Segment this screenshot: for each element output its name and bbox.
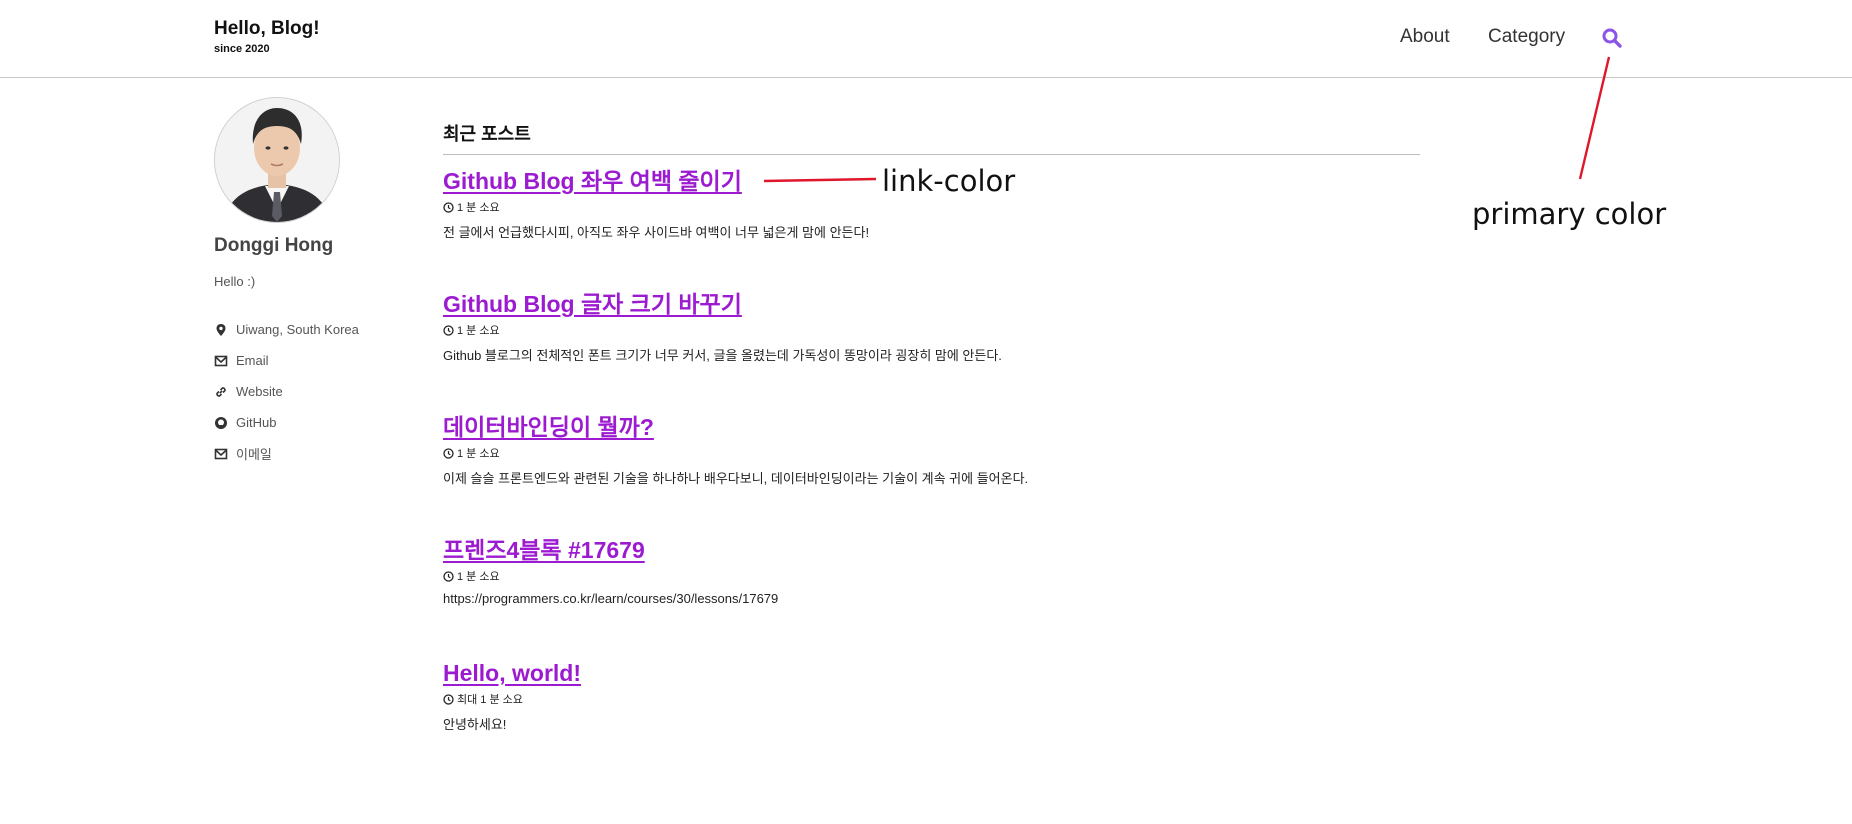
map-marker-icon [214, 323, 228, 337]
author-link-github[interactable]: GitHub [214, 407, 359, 438]
post-read-time: 1 분 소요 [457, 571, 500, 583]
clock-icon [443, 570, 454, 582]
post-excerpt: 전 글에서 언급했다시피, 아직도 좌우 사이드바 여백이 너무 넓은게 맘에 … [443, 225, 870, 240]
author-links: Uiwang, South Korea Email Website GitHub… [214, 314, 359, 469]
post-excerpt: Github 블로그의 전체적인 폰트 크기가 너무 커서, 글을 올렸는데 가… [443, 348, 1002, 363]
author-location-label: Uiwang, South Korea [236, 322, 359, 337]
post-meta: 1 분 소요 [443, 446, 1343, 460]
post-meta: 1 분 소요 [443, 569, 1343, 583]
github-icon [214, 416, 228, 430]
masthead: Hello, Blog! since 2020 About Category [0, 0, 1852, 78]
post-meta: 최대 1 분 소요 [443, 692, 1343, 706]
post-meta: 1 분 소요 [443, 200, 1343, 214]
post-item: 데이터바인딩이 뭘까? 1 분 소요 이제 슬슬 프론트엔드와 관련된 기술을 … [443, 412, 1343, 487]
section-divider [443, 154, 1420, 155]
post-read-time: 1 분 소요 [457, 325, 500, 337]
github-link[interactable]: GitHub [236, 415, 276, 430]
post-title-link[interactable]: Github Blog 글자 크기 바꾸기 [443, 289, 742, 319]
clock-icon [443, 447, 454, 459]
primary-color-annotation: primary color [1472, 197, 1667, 231]
post-read-time: 1 분 소요 [457, 202, 500, 214]
post-meta: 1 분 소요 [443, 323, 1343, 337]
search-icon[interactable] [1600, 26, 1624, 50]
nav-about[interactable]: About [1400, 26, 1450, 48]
site-title-link[interactable]: Hello, Blog! since 2020 [214, 18, 320, 55]
nav-category[interactable]: Category [1488, 26, 1565, 48]
website-link[interactable]: Website [236, 384, 283, 399]
post-item: Hello, world! 최대 1 분 소요 안녕하세요! [443, 658, 1343, 733]
post-title-link[interactable]: 프렌즈4블록 #17679 [443, 535, 645, 565]
author-name: Donggi Hong [214, 235, 334, 256]
author-bio: Hello :) [214, 274, 256, 289]
post-read-time: 1 분 소요 [457, 448, 500, 460]
envelope-icon [214, 447, 228, 461]
author-location: Uiwang, South Korea [214, 314, 359, 345]
post-item: Github Blog 글자 크기 바꾸기 1 분 소요 Github 블로그의… [443, 289, 1343, 364]
site-title: Hello, Blog! [214, 18, 320, 39]
clock-icon [443, 201, 454, 213]
author-link-email[interactable]: Email [214, 345, 359, 376]
clock-icon [443, 693, 454, 705]
email-link[interactable]: Email [236, 353, 269, 368]
clock-icon [443, 324, 454, 336]
site-subtitle: since 2020 [214, 43, 270, 55]
link-color-annotation: link-color [882, 164, 1016, 198]
post-excerpt: https://programmers.co.kr/learn/courses/… [443, 591, 779, 606]
author-avatar [214, 97, 340, 223]
author-link-email-kr[interactable]: 이메일 [214, 438, 359, 469]
post-excerpt: 이제 슬슬 프론트엔드와 관련된 기술을 하나하나 배우다보니, 데이터바인딩이… [443, 471, 1029, 486]
author-link-website[interactable]: Website [214, 376, 359, 407]
post-read-time: 최대 1 분 소요 [457, 694, 523, 706]
recent-posts-heading: 최근 포스트 [443, 124, 531, 144]
post-excerpt: 안녕하세요! [443, 717, 507, 732]
link-icon [214, 385, 228, 399]
envelope-icon [214, 354, 228, 368]
post-title-link[interactable]: Hello, world! [443, 658, 581, 688]
email-kr-link[interactable]: 이메일 [236, 444, 272, 463]
post-title-link[interactable]: 데이터바인딩이 뭘까? [443, 412, 654, 442]
post-item: 프렌즈4블록 #17679 1 분 소요 https://programmers… [443, 535, 1343, 606]
post-title-link[interactable]: Github Blog 좌우 여백 줄이기 [443, 166, 742, 196]
